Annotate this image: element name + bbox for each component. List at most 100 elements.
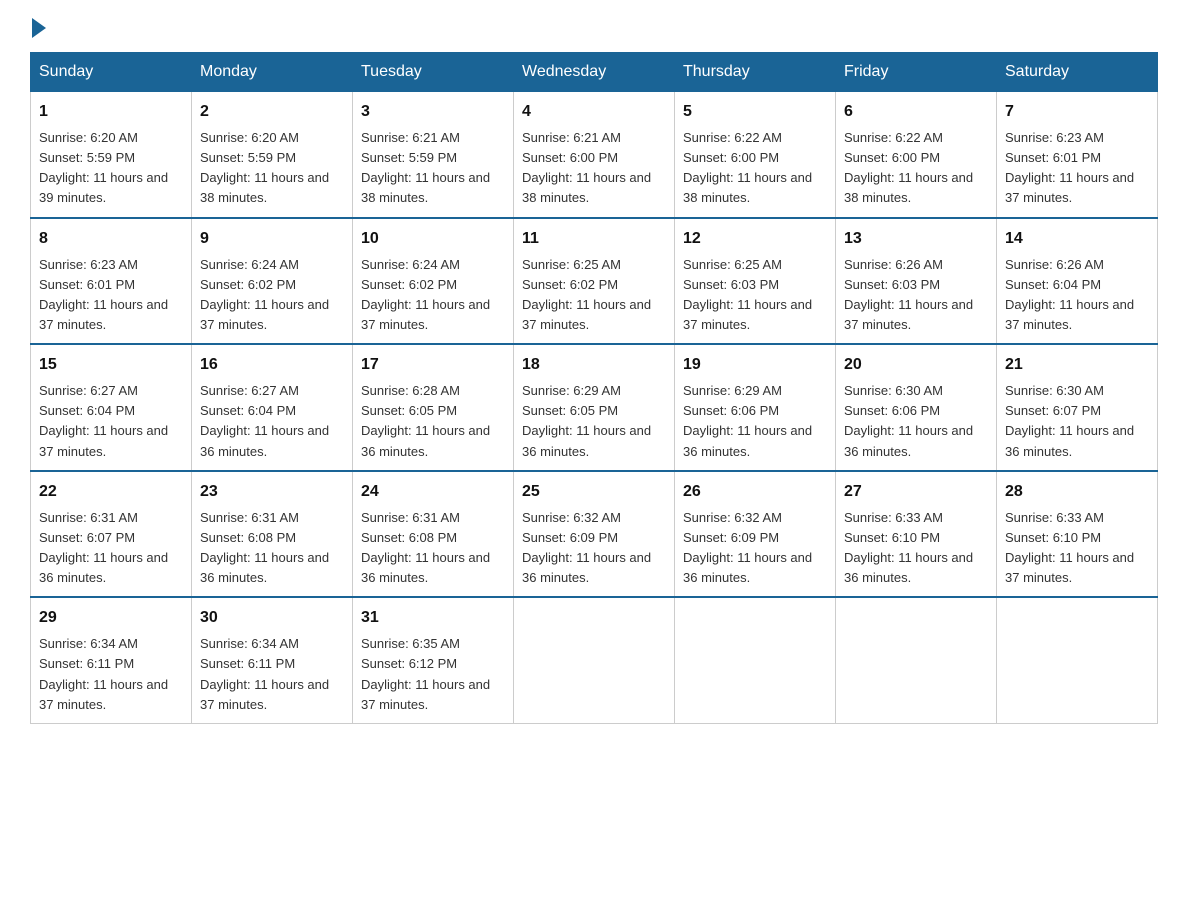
- day-number: 24: [361, 480, 505, 504]
- day-number: 27: [844, 480, 988, 504]
- day-number: 23: [200, 480, 344, 504]
- calendar-table: SundayMondayTuesdayWednesdayThursdayFrid…: [30, 52, 1158, 724]
- day-number: 29: [39, 606, 183, 630]
- calendar-cell: 28 Sunrise: 6:33 AMSunset: 6:10 PMDayligh…: [997, 471, 1158, 598]
- calendar-cell: 19 Sunrise: 6:29 AMSunset: 6:06 PMDayligh…: [675, 344, 836, 471]
- weekday-header-monday: Monday: [192, 53, 353, 92]
- calendar-cell: 30Sunrise: 6:34 AMSunset: 6:11 PMDayligh…: [192, 597, 353, 723]
- calendar-cell: [997, 597, 1158, 723]
- calendar-cell: 4Sunrise: 6:21 AMSunset: 6:00 PMDaylight…: [514, 92, 675, 218]
- day-info: Sunrise: 6:20 AMSunset: 5:59 PMDaylight:…: [39, 128, 183, 209]
- calendar-cell: [675, 597, 836, 723]
- calendar-cell: 14 Sunrise: 6:26 AMSunset: 6:04 PMDayligh…: [997, 218, 1158, 345]
- day-info: Sunrise: 6:23 AMSunset: 6:01 PMDaylight:…: [39, 255, 183, 336]
- day-info: Sunrise: 6:27 AMSunset: 6:04 PMDaylight:…: [39, 381, 183, 462]
- calendar-cell: 20 Sunrise: 6:30 AMSunset: 6:06 PMDayligh…: [836, 344, 997, 471]
- calendar-cell: 5 Sunrise: 6:22 AMSunset: 6:00 PMDaylight…: [675, 92, 836, 218]
- day-number: 31: [361, 606, 505, 630]
- calendar-header-row: SundayMondayTuesdayWednesdayThursdayFrid…: [31, 53, 1158, 92]
- day-number: 13: [844, 227, 988, 251]
- day-info: Sunrise: 6:32 AMSunset: 6:09 PMDaylight:…: [683, 508, 827, 589]
- calendar-cell: 6 Sunrise: 6:22 AMSunset: 6:00 PMDaylight…: [836, 92, 997, 218]
- calendar-cell: [836, 597, 997, 723]
- day-info: Sunrise: 6:25 AMSunset: 6:03 PMDaylight:…: [683, 255, 827, 336]
- weekday-header-wednesday: Wednesday: [514, 53, 675, 92]
- day-info: Sunrise: 6:26 AMSunset: 6:03 PMDaylight:…: [844, 255, 988, 336]
- calendar-week-row: 8 Sunrise: 6:23 AMSunset: 6:01 PMDaylight…: [31, 218, 1158, 345]
- day-info: Sunrise: 6:28 AMSunset: 6:05 PMDaylight:…: [361, 381, 505, 462]
- calendar-cell: 7 Sunrise: 6:23 AMSunset: 6:01 PMDaylight…: [997, 92, 1158, 218]
- calendar-cell: [514, 597, 675, 723]
- day-info: Sunrise: 6:33 AMSunset: 6:10 PMDaylight:…: [1005, 508, 1149, 589]
- day-info: Sunrise: 6:22 AMSunset: 6:00 PMDaylight:…: [683, 128, 827, 209]
- day-info: Sunrise: 6:30 AMSunset: 6:07 PMDaylight:…: [1005, 381, 1149, 462]
- calendar-cell: 31 Sunrise: 6:35 AMSunset: 6:12 PMDayligh…: [353, 597, 514, 723]
- calendar-cell: 25Sunrise: 6:32 AMSunset: 6:09 PMDayligh…: [514, 471, 675, 598]
- logo-arrow-icon: [32, 18, 46, 38]
- day-number: 1: [39, 100, 183, 124]
- calendar-cell: 17Sunrise: 6:28 AMSunset: 6:05 PMDayligh…: [353, 344, 514, 471]
- day-number: 2: [200, 100, 344, 124]
- day-info: Sunrise: 6:21 AMSunset: 5:59 PMDaylight:…: [361, 128, 505, 209]
- weekday-header-tuesday: Tuesday: [353, 53, 514, 92]
- calendar-cell: 8 Sunrise: 6:23 AMSunset: 6:01 PMDaylight…: [31, 218, 192, 345]
- day-info: Sunrise: 6:33 AMSunset: 6:10 PMDaylight:…: [844, 508, 988, 589]
- day-number: 6: [844, 100, 988, 124]
- calendar-cell: 9 Sunrise: 6:24 AMSunset: 6:02 PMDaylight…: [192, 218, 353, 345]
- day-info: Sunrise: 6:24 AMSunset: 6:02 PMDaylight:…: [361, 255, 505, 336]
- day-info: Sunrise: 6:29 AMSunset: 6:06 PMDaylight:…: [683, 381, 827, 462]
- day-number: 4: [522, 100, 666, 124]
- day-number: 28: [1005, 480, 1149, 504]
- calendar-cell: 2 Sunrise: 6:20 AMSunset: 5:59 PMDaylight…: [192, 92, 353, 218]
- day-number: 14: [1005, 227, 1149, 251]
- day-info: Sunrise: 6:23 AMSunset: 6:01 PMDaylight:…: [1005, 128, 1149, 209]
- calendar-cell: 23 Sunrise: 6:31 AMSunset: 6:08 PMDayligh…: [192, 471, 353, 598]
- calendar-cell: 29Sunrise: 6:34 AMSunset: 6:11 PMDayligh…: [31, 597, 192, 723]
- calendar-cell: 27 Sunrise: 6:33 AMSunset: 6:10 PMDayligh…: [836, 471, 997, 598]
- day-info: Sunrise: 6:32 AMSunset: 6:09 PMDaylight:…: [522, 508, 666, 589]
- day-info: Sunrise: 6:27 AMSunset: 6:04 PMDaylight:…: [200, 381, 344, 462]
- calendar-cell: 21 Sunrise: 6:30 AMSunset: 6:07 PMDayligh…: [997, 344, 1158, 471]
- day-number: 19: [683, 353, 827, 377]
- day-info: Sunrise: 6:20 AMSunset: 5:59 PMDaylight:…: [200, 128, 344, 209]
- day-info: Sunrise: 6:24 AMSunset: 6:02 PMDaylight:…: [200, 255, 344, 336]
- day-info: Sunrise: 6:22 AMSunset: 6:00 PMDaylight:…: [844, 128, 988, 209]
- weekday-header-thursday: Thursday: [675, 53, 836, 92]
- day-number: 20: [844, 353, 988, 377]
- day-number: 15: [39, 353, 183, 377]
- calendar-cell: 18Sunrise: 6:29 AMSunset: 6:05 PMDayligh…: [514, 344, 675, 471]
- calendar-cell: 3 Sunrise: 6:21 AMSunset: 5:59 PMDaylight…: [353, 92, 514, 218]
- day-number: 7: [1005, 100, 1149, 124]
- calendar-cell: 26 Sunrise: 6:32 AMSunset: 6:09 PMDayligh…: [675, 471, 836, 598]
- calendar-cell: 16 Sunrise: 6:27 AMSunset: 6:04 PMDayligh…: [192, 344, 353, 471]
- calendar-cell: 10 Sunrise: 6:24 AMSunset: 6:02 PMDayligh…: [353, 218, 514, 345]
- calendar-cell: 11 Sunrise: 6:25 AMSunset: 6:02 PMDayligh…: [514, 218, 675, 345]
- day-info: Sunrise: 6:34 AMSunset: 6:11 PMDaylight:…: [200, 634, 344, 715]
- calendar-week-row: 22Sunrise: 6:31 AMSunset: 6:07 PMDayligh…: [31, 471, 1158, 598]
- day-number: 18: [522, 353, 666, 377]
- day-info: Sunrise: 6:30 AMSunset: 6:06 PMDaylight:…: [844, 381, 988, 462]
- calendar-cell: 1 Sunrise: 6:20 AMSunset: 5:59 PMDaylight…: [31, 92, 192, 218]
- day-number: 3: [361, 100, 505, 124]
- day-number: 26: [683, 480, 827, 504]
- logo: [30, 20, 46, 34]
- day-info: Sunrise: 6:25 AMSunset: 6:02 PMDaylight:…: [522, 255, 666, 336]
- calendar-week-row: 1 Sunrise: 6:20 AMSunset: 5:59 PMDaylight…: [31, 92, 1158, 218]
- day-number: 5: [683, 100, 827, 124]
- day-number: 10: [361, 227, 505, 251]
- day-number: 21: [1005, 353, 1149, 377]
- calendar-week-row: 29 Sunrise: 6:34 AMSunset: 6:11 PMDayligh…: [31, 597, 1158, 723]
- calendar-cell: 24 Sunrise: 6:31 AMSunset: 6:08 PMDayligh…: [353, 471, 514, 598]
- day-number: 11: [522, 227, 666, 251]
- day-number: 8: [39, 227, 183, 251]
- calendar-cell: 12Sunrise: 6:25 AMSunset: 6:03 PMDayligh…: [675, 218, 836, 345]
- day-info: Sunrise: 6:31 AMSunset: 6:08 PMDaylight:…: [361, 508, 505, 589]
- day-number: 16: [200, 353, 344, 377]
- day-info: Sunrise: 6:35 AMSunset: 6:12 PMDaylight:…: [361, 634, 505, 715]
- calendar-cell: 15 Sunrise: 6:27 AMSunset: 6:04 PMDayligh…: [31, 344, 192, 471]
- day-info: Sunrise: 6:31 AMSunset: 6:08 PMDaylight:…: [200, 508, 344, 589]
- day-info: Sunrise: 6:26 AMSunset: 6:04 PMDaylight:…: [1005, 255, 1149, 336]
- page-header: [30, 20, 1158, 34]
- day-number: 22: [39, 480, 183, 504]
- day-number: 9: [200, 227, 344, 251]
